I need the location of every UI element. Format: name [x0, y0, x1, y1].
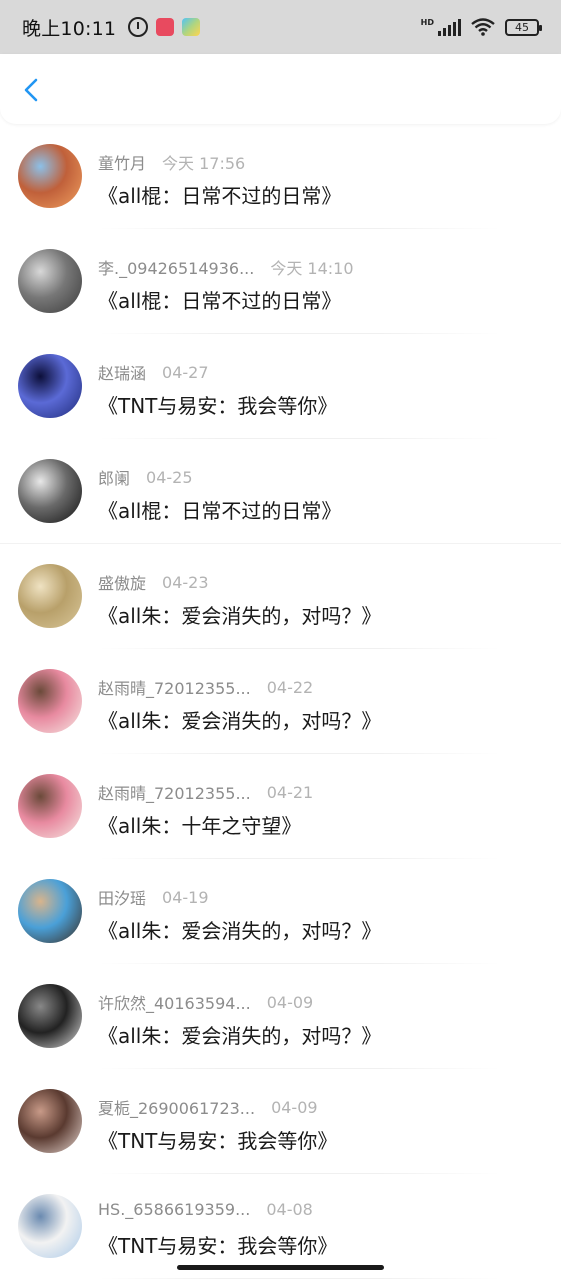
list-item[interactable]: 李._09426514936... 今天 14:10 《all棍：日常不过的日常》: [0, 229, 561, 334]
list-item[interactable]: 郎阑 04-25 《all棍：日常不过的日常》: [0, 439, 561, 544]
top-bar: [0, 54, 561, 124]
avatar[interactable]: [18, 459, 82, 523]
battery-level: 45: [515, 20, 529, 34]
list-item[interactable]: 许欣然_40163594... 04-09 《all朱：爱会消失的，对吗？》: [0, 964, 561, 1069]
item-title: 《all朱：爱会消失的，对吗？》: [98, 709, 382, 733]
list-item[interactable]: 盛傲旋 04-23 《all朱：爱会消失的，对吗？》: [0, 544, 561, 649]
user-name: 郎阑: [98, 469, 131, 488]
status-right: HD 45: [420, 18, 542, 36]
item-date: 04-21: [266, 782, 314, 802]
item-title: 《TNT与易安：我会等你》: [98, 394, 338, 418]
alarm-icon: [128, 17, 149, 37]
item-meta: HS._6586619359... 04-08: [98, 1200, 313, 1219]
item-date: 04-19: [162, 887, 209, 907]
avatar[interactable]: [18, 984, 82, 1048]
status-time: 晚上10:11: [22, 17, 117, 40]
list-item[interactable]: 赵瑞涵 04-27 《TNT与易安：我会等你》: [0, 334, 561, 439]
item-date: 04-27: [162, 362, 209, 382]
item-date: 04-22: [266, 677, 314, 697]
wifi-icon: [471, 18, 495, 36]
user-name: 田汐瑶: [98, 889, 147, 908]
battery-indicator: 45: [505, 18, 542, 36]
item-meta: 赵雨晴_72012355... 04-21: [98, 780, 313, 804]
list-item[interactable]: 童竹月 今天 17:56 《all棍：日常不过的日常》: [0, 124, 561, 229]
message-list: 童竹月 今天 17:56 《all棍：日常不过的日常》 李._09426514936.…: [0, 124, 561, 1279]
status-left: 晚上10:11: [22, 14, 201, 41]
list-item[interactable]: 田汐瑶 04-19 《all朱：爱会消失的，对吗？》: [0, 859, 561, 964]
item-title: 《all棍：日常不过的日常》: [98, 289, 342, 313]
user-name: 夏栀_2690061723...: [98, 1099, 256, 1118]
list-item[interactable]: 赵雨晴_72012355... 04-22 《all朱：爱会消失的，对吗？》: [0, 649, 561, 754]
item-meta: 赵雨晴_72012355... 04-22: [98, 675, 313, 699]
item-meta: 李._09426514936... 今天 14:10: [98, 255, 354, 279]
app-notification-icon-2: [182, 18, 201, 36]
user-name: 赵瑞涵: [98, 364, 147, 383]
avatar[interactable]: [18, 1089, 82, 1153]
signal-icon: [438, 18, 461, 36]
item-meta: 郎阑 04-25: [98, 465, 193, 489]
item-date: 今天 17:56: [162, 154, 246, 173]
app-notification-icon: [156, 18, 175, 36]
item-meta: 童竹月 今天 17:56: [98, 150, 245, 174]
item-meta: 田汐瑶 04-19: [98, 885, 209, 909]
item-meta: 盛傲旋 04-23: [98, 570, 209, 594]
user-name: 赵雨晴_72012355...: [98, 679, 251, 698]
avatar[interactable]: [18, 1194, 82, 1258]
avatar[interactable]: [18, 879, 82, 943]
item-title: 《all棍：日常不过的日常》: [98, 499, 342, 523]
status-bar: 晚上10:11 HD 45: [0, 0, 561, 54]
user-name: 赵雨晴_72012355...: [98, 784, 251, 803]
avatar[interactable]: [18, 354, 82, 418]
item-title: 《all朱：十年之守望》: [98, 814, 302, 838]
item-title: 《all朱：爱会消失的，对吗？》: [98, 1024, 382, 1048]
user-name: 李._09426514936...: [98, 259, 255, 278]
item-date: 04-09: [266, 992, 314, 1012]
item-title: 《all朱：爱会消失的，对吗？》: [98, 919, 382, 943]
item-title: 《all朱：爱会消失的，对吗？》: [98, 604, 382, 628]
chevron-left-icon: [24, 78, 38, 102]
avatar[interactable]: [18, 774, 82, 838]
list-item[interactable]: 夏栀_2690061723... 04-09 《TNT与易安：我会等你》: [0, 1069, 561, 1174]
user-name: 许欣然_40163594...: [98, 994, 251, 1013]
item-date: 今天 14:10: [270, 259, 354, 278]
home-indicator[interactable]: [177, 1265, 384, 1270]
back-button[interactable]: [18, 76, 46, 104]
item-title: 《TNT与易安：我会等你》: [98, 1234, 338, 1258]
item-meta: 夏栀_2690061723... 04-09: [98, 1095, 318, 1119]
item-meta: 赵瑞涵 04-27: [98, 360, 209, 384]
avatar[interactable]: [18, 564, 82, 628]
hd-label: HD: [420, 18, 434, 27]
list-item[interactable]: HS._6586619359... 04-08 《TNT与易安：我会等你》: [0, 1174, 561, 1279]
avatar[interactable]: [18, 669, 82, 733]
item-meta: 许欣然_40163594... 04-09: [98, 990, 313, 1014]
user-name: 童竹月: [98, 154, 147, 173]
item-date: 04-08: [266, 1200, 313, 1219]
avatar[interactable]: [18, 249, 82, 313]
user-name: 盛傲旋: [98, 574, 147, 593]
item-date: 04-25: [146, 467, 193, 487]
avatar[interactable]: [18, 144, 82, 208]
item-title: 《TNT与易安：我会等你》: [98, 1129, 338, 1153]
item-title: 《all棍：日常不过的日常》: [98, 184, 342, 208]
divider: [98, 1278, 501, 1279]
item-date: 04-09: [271, 1097, 318, 1117]
user-name: HS._6586619359...: [98, 1200, 251, 1219]
list-item[interactable]: 赵雨晴_72012355... 04-21 《all朱：十年之守望》: [0, 754, 561, 859]
item-date: 04-23: [162, 572, 209, 592]
